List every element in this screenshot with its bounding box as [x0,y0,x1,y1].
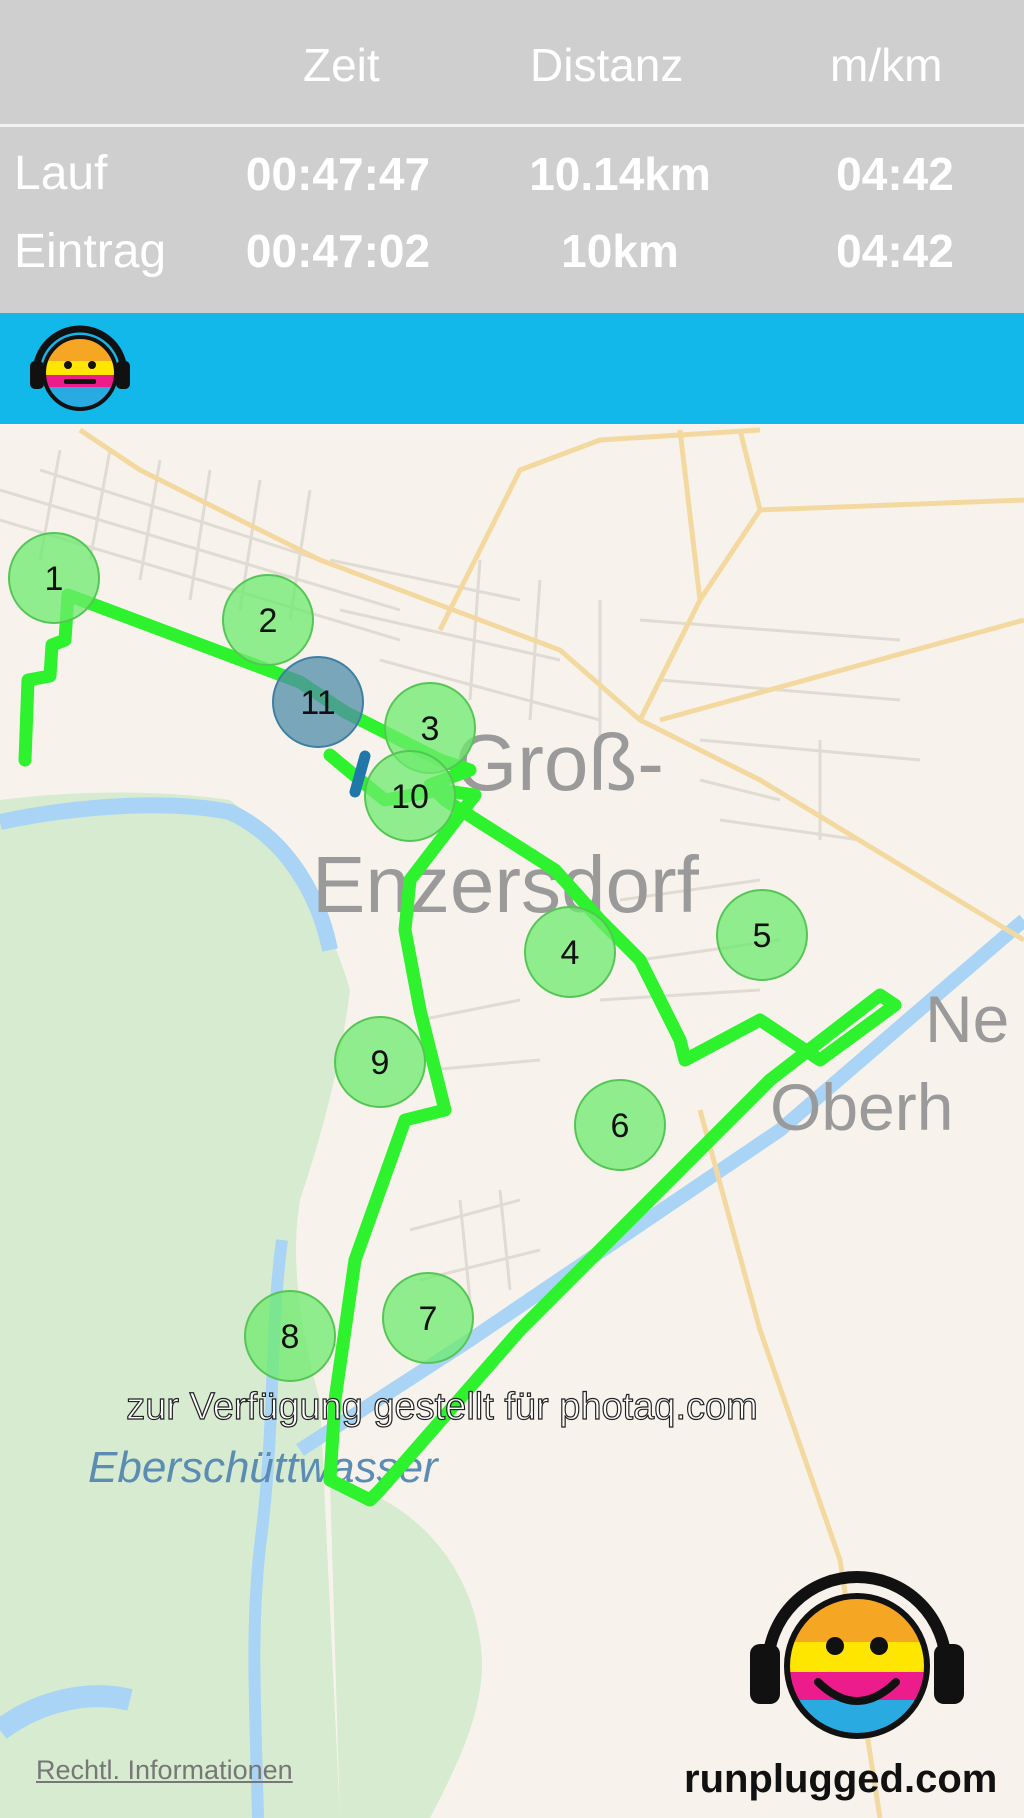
km-marker-label: 4 [561,934,580,972]
east-label-line1: Ne [925,982,1009,1056]
km-marker-label: 9 [371,1044,390,1082]
km-marker-1[interactable]: 1 [8,532,100,624]
stats-panel: Zeit Distanz m/km Lauf 00:47:47 10.14km … [0,0,1024,313]
km-marker-label: 3 [421,710,440,748]
row-label-entry: Eintrag [14,225,167,278]
km-marker-label: 1 [45,560,64,598]
run-distance: 10.14km [529,148,711,200]
east-label-line2: Oberh [770,1070,953,1144]
run-pace: 04:42 [836,148,954,200]
km-marker-4[interactable]: 4 [524,906,616,998]
km-marker-label: 5 [753,917,772,955]
route-map[interactable]: Groß- Enzersdorf Ne Oberh Eberschüttwass… [0,424,1024,1818]
town-label-line1: Groß- [455,718,664,807]
km-marker-10[interactable]: 10 [364,750,456,842]
run-time: 00:47:47 [245,148,431,200]
km-marker-label: 8 [281,1318,300,1356]
entry-pace: 04:42 [836,225,954,277]
column-header-time: Zeit [303,39,380,91]
km-marker-9[interactable]: 9 [334,1016,426,1108]
column-header-distance: Distanz [530,39,684,91]
legal-info-link[interactable]: Rechtl. Informationen [36,1755,293,1786]
row-label-run: Lauf [14,147,108,200]
km-marker-2[interactable]: 2 [222,574,314,666]
km-marker-label: 7 [419,1300,438,1338]
runplugged-brand-logo-icon [750,1571,964,1739]
header-divider [0,124,1024,127]
km-marker-label: 10 [391,778,429,816]
column-header-pace: m/km [830,39,943,91]
km-marker-11[interactable]: 11 [272,656,364,748]
km-marker-5[interactable]: 5 [716,889,808,981]
entry-distance: 10km [561,225,679,277]
entry-time: 00:47:02 [245,225,431,277]
town-label-line2: Enzersdorf [312,840,700,929]
brand-label: runplugged.com [684,1757,998,1801]
app-toolbar [0,313,1024,424]
km-marker-6[interactable]: 6 [574,1079,666,1171]
runplugged-logo-icon[interactable] [28,321,138,421]
km-marker-label: 6 [611,1107,630,1145]
km-marker-label: 2 [259,602,278,640]
km-marker-7[interactable]: 7 [382,1272,474,1364]
km-marker-label: 11 [300,684,335,722]
km-marker-8[interactable]: 8 [244,1290,336,1382]
